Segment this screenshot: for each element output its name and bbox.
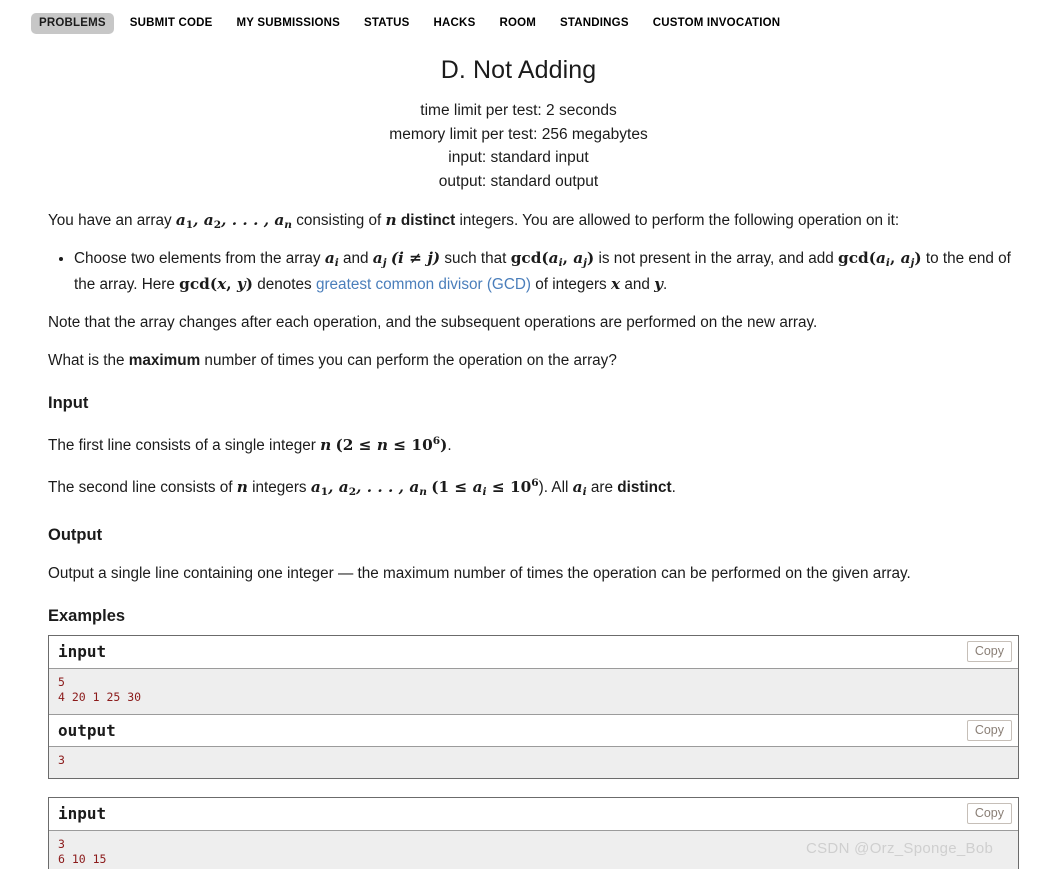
nav-tab-status[interactable]: STATUS bbox=[356, 13, 418, 34]
time-limit-line: time limit per test: 2 seconds bbox=[420, 102, 617, 119]
nav-tab-standings[interactable]: STANDINGS bbox=[552, 13, 637, 34]
copy-input-button[interactable]: Copy bbox=[966, 802, 1012, 824]
output-section-text: Output a single line containing one inte… bbox=[48, 564, 911, 582]
nav-tab-my-submissions[interactable]: MY SUBMISSIONS bbox=[228, 13, 348, 34]
intro-distinct-bold: distinct bbox=[400, 212, 456, 229]
sample-input-content: 3 6 10 15 bbox=[49, 830, 1018, 869]
question-maximum-bold: maximum bbox=[128, 351, 201, 369]
sample-test-block: input Copy 3 6 10 15 output Copy 4 bbox=[48, 796, 1019, 869]
bullet-text-6: denotes bbox=[253, 275, 316, 293]
sample-output-content: 3 bbox=[49, 746, 1018, 778]
math-x: x bbox=[610, 274, 621, 293]
top-navigation-bar: PROBLEMS SUBMIT CODE MY SUBMISSIONS STATUS H… bbox=[0, 0, 1037, 43]
sample-input-label: input bbox=[58, 642, 107, 662]
intro-text-3: integers. You are allowed to perform the… bbox=[455, 212, 900, 229]
input-line1-paragraph: The first line consists of a single inte… bbox=[48, 431, 1019, 456]
input-distinct-bold: distinct bbox=[617, 478, 672, 496]
statement-intro-paragraph: You have an array a1, a2, . . . , an con… bbox=[48, 210, 1019, 236]
sample-test-block: input Copy 5 4 20 1 25 30 output Copy 3 bbox=[48, 634, 1019, 779]
memory-limit-line: memory limit per test: 256 megabytes bbox=[389, 125, 648, 143]
nav-tab-custom-invocation[interactable]: CUSTOM INVOCATION bbox=[645, 13, 789, 34]
bullet-text-2: and bbox=[338, 249, 373, 267]
examples-section-heading: Examples bbox=[48, 606, 126, 625]
bullet-text-8: and bbox=[620, 275, 655, 293]
problem-header: D. Not Adding time limit per test: 2 sec… bbox=[0, 56, 1037, 193]
math-gcd-ai-aj-1: gcd(ai, aj) bbox=[510, 248, 595, 269]
copy-input-button[interactable]: Copy bbox=[966, 640, 1012, 662]
input-line2-post-a: ). All bbox=[538, 478, 573, 496]
math-ai: ai bbox=[324, 248, 339, 269]
sample-input-title-bar: input Copy bbox=[49, 797, 1018, 831]
bullet-text-4: is not present in the array, and add bbox=[594, 249, 839, 267]
math-n-constraint: (2 ≤ n ≤ 106) bbox=[335, 434, 448, 454]
problem-title: D. Not Adding bbox=[440, 56, 597, 84]
sample-input-title-bar: input Copy bbox=[49, 635, 1018, 669]
math-i-neq-j: (i ≠ j) bbox=[390, 248, 441, 267]
question-text-post: number of times you can perform the oper… bbox=[200, 351, 617, 369]
nav-tab-problems[interactable]: PROBLEMS bbox=[31, 13, 114, 34]
math-n: n bbox=[385, 211, 397, 229]
input-spec-line: input: standard input bbox=[448, 149, 589, 166]
sample-output-label: output bbox=[58, 720, 116, 740]
nav-tab-submit-code[interactable]: SUBMIT CODE bbox=[122, 13, 221, 34]
nav-tab-hacks[interactable]: HACKS bbox=[426, 13, 484, 34]
intro-text-2: consisting of bbox=[291, 212, 386, 229]
sample-output-title-bar: output Copy bbox=[49, 713, 1018, 747]
bullet-text-7: of integers bbox=[531, 275, 611, 293]
intro-text-1: You have an array bbox=[48, 212, 176, 229]
math-array-notation-2: a1, a2, . . . , an bbox=[310, 477, 427, 498]
operation-bullet-list: Choose two elements from the array ai an… bbox=[48, 248, 1019, 295]
math-ai-constraint: (1 ≤ ai ≤ 106 bbox=[431, 476, 539, 498]
statement-question-paragraph: What is the maximum number of times you … bbox=[48, 350, 1019, 371]
input-line1-text: The first line consists of a single inte… bbox=[48, 436, 321, 454]
sample-tests-container: input Copy 5 4 20 1 25 30 output Copy 3 … bbox=[48, 634, 1019, 869]
input-line2-post-b: are bbox=[586, 478, 618, 496]
bullet-text-3: such that bbox=[440, 249, 511, 267]
input-line2-pre: The second line consists of bbox=[48, 478, 237, 496]
input-line2-mid: integers bbox=[247, 478, 311, 496]
math-aj: aj bbox=[372, 248, 387, 269]
bullet-text-9: . bbox=[663, 275, 668, 293]
math-n-input: n bbox=[320, 435, 332, 454]
math-gcd-ai-aj-2: gcd(ai, aj) bbox=[838, 248, 922, 269]
copy-output-button[interactable]: Copy bbox=[966, 719, 1012, 741]
nav-tab-room[interactable]: ROOM bbox=[491, 13, 544, 34]
operation-bullet-item: Choose two elements from the array ai an… bbox=[74, 248, 1019, 295]
sample-input-content: 5 4 20 1 25 30 bbox=[49, 668, 1018, 714]
statement-note-paragraph: Note that the array changes after each o… bbox=[48, 313, 818, 331]
math-y: y bbox=[654, 274, 663, 293]
gcd-wikipedia-link[interactable]: greatest common divisor (GCD) bbox=[316, 276, 531, 293]
sample-input-label: input bbox=[58, 804, 107, 824]
problem-statement: You have an array a1, a2, . . . , an con… bbox=[0, 210, 1037, 869]
input-line2-paragraph: The second line consists of n integers a… bbox=[48, 473, 1019, 503]
output-spec-line: output: standard output bbox=[438, 172, 599, 190]
output-section-heading: Output bbox=[48, 525, 103, 544]
question-text-pre: What is the bbox=[48, 351, 129, 369]
input-line1-period: . bbox=[447, 436, 452, 454]
math-ai-2: ai bbox=[572, 477, 587, 498]
math-n-count: n bbox=[236, 477, 248, 496]
bullet-text-1: Choose two elements from the array bbox=[74, 249, 325, 267]
input-line2-end: . bbox=[671, 478, 676, 496]
math-array-notation: a1, a2, . . . , an bbox=[175, 211, 292, 231]
math-gcd-x-y: gcd(x, y) bbox=[179, 274, 254, 293]
input-section-heading: Input bbox=[48, 393, 89, 412]
